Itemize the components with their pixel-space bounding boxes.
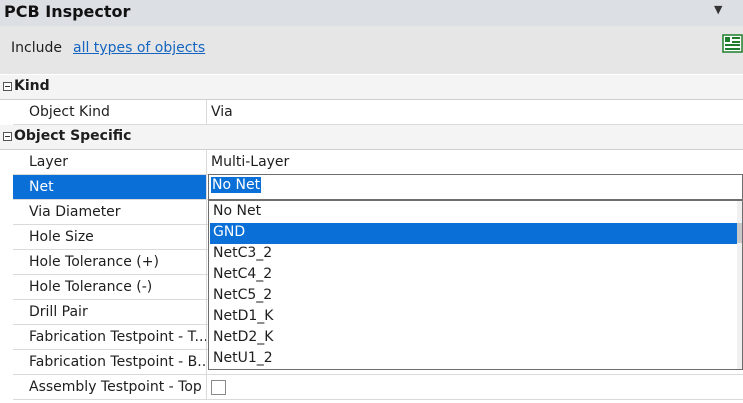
property-value: Multi-Layer	[211, 154, 290, 170]
panel-menu-icon[interactable]: ▼	[714, 3, 722, 16]
property-row-assembly-testpoint-top[interactable]: Assembly Testpoint - Top	[13, 375, 743, 400]
net-option[interactable]: NetC3_2	[210, 244, 738, 265]
section-kind[interactable]: Kind	[0, 75, 743, 100]
collapse-icon[interactable]	[3, 82, 12, 91]
net-option[interactable]: NetC4_2	[210, 265, 738, 286]
net-dropdown-list[interactable]: No Net GND NetC3_2 NetC4_2 NetC5_2 NetD1…	[208, 200, 743, 370]
property-name: Hole Size	[13, 225, 207, 249]
property-value: Via	[211, 104, 233, 120]
panel-title-bar: PCB Inspector ▼	[0, 0, 743, 26]
net-option-highlighted[interactable]: GND	[210, 223, 738, 244]
property-name: Object Kind	[13, 100, 207, 124]
table-view-icon[interactable]	[722, 34, 743, 54]
net-option[interactable]: NetD1_K	[210, 307, 738, 328]
include-label: Include	[11, 40, 62, 56]
scrollbar-thumb[interactable]	[737, 223, 742, 243]
net-option[interactable]: NetD2_K	[210, 328, 738, 349]
property-name: Assembly Testpoint - Top	[13, 375, 207, 399]
net-combo-value: No Net	[211, 177, 262, 193]
property-row-layer[interactable]: Layer Multi-Layer	[13, 150, 743, 175]
net-combo-input[interactable]: No Net	[208, 174, 743, 200]
include-filter-link[interactable]: all types of objects	[73, 40, 205, 56]
include-bar: Include all types of objects	[0, 26, 743, 74]
property-name: Drill Pair	[13, 300, 207, 324]
property-name: Fabrication Testpoint - T...	[13, 325, 207, 349]
property-name: Net	[13, 175, 207, 199]
panel-title: PCB Inspector	[4, 2, 131, 21]
collapse-icon[interactable]	[3, 132, 12, 141]
section-object-specific-label: Object Specific	[14, 128, 132, 144]
net-option[interactable]: No Net	[210, 202, 738, 223]
property-name: Layer	[13, 150, 207, 174]
property-name: Hole Tolerance (+)	[13, 250, 207, 274]
dropdown-scrollbar[interactable]	[737, 201, 742, 369]
net-option[interactable]: NetC5_2	[210, 286, 738, 307]
section-kind-label: Kind	[14, 78, 50, 94]
property-name: Hole Tolerance (-)	[13, 275, 207, 299]
net-option[interactable]: NetU1_2	[210, 349, 738, 370]
assembly-testpoint-top-checkbox[interactable]	[211, 380, 226, 395]
property-row-object-kind[interactable]: Object Kind Via	[13, 100, 743, 125]
property-name: Via Diameter	[13, 200, 207, 224]
section-object-specific[interactable]: Object Specific	[0, 125, 743, 150]
property-name: Fabrication Testpoint - B...	[13, 350, 207, 374]
